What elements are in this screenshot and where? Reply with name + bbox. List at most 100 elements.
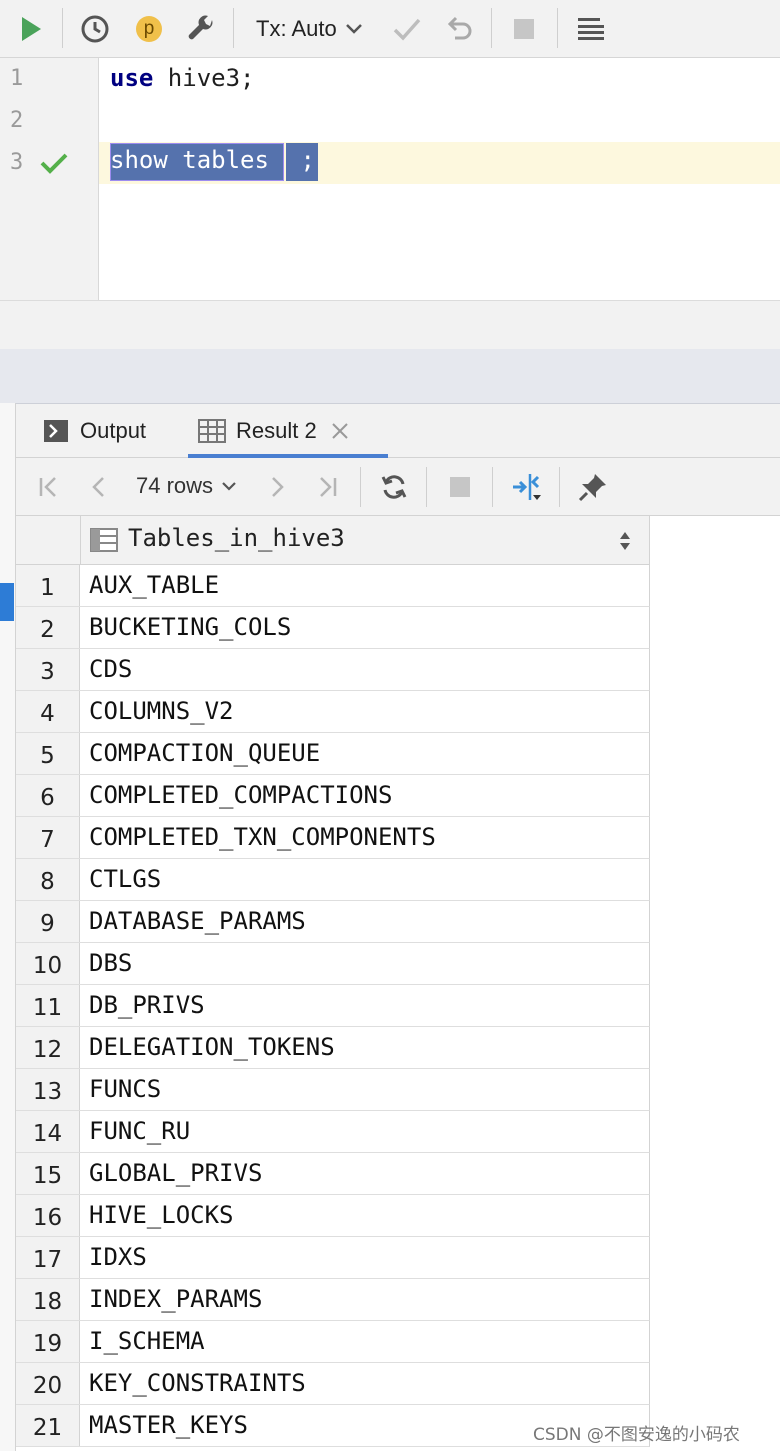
- row-number-header: [16, 516, 81, 564]
- tab-result-label: Result 2: [236, 417, 317, 443]
- row-number: 5: [16, 733, 80, 774]
- table-row[interactable]: 9 DATABASE_PARAMS: [16, 901, 650, 943]
- result-tabs: Output Result 2: [16, 404, 780, 458]
- table-cell[interactable]: COLUMNS_V2: [89, 697, 234, 725]
- table-cell[interactable]: FUNC_RU: [89, 1117, 190, 1145]
- table-cell[interactable]: DB_PRIVS: [89, 991, 205, 1019]
- row-number: 18: [16, 1279, 80, 1320]
- first-page-icon[interactable]: [34, 472, 64, 502]
- table-row[interactable]: 2 BUCKETING_COLS: [16, 607, 650, 649]
- close-icon[interactable]: [331, 422, 349, 440]
- sql-editor[interactable]: 1 2 3 use hive3; show tables ;: [0, 58, 780, 300]
- table-cell[interactable]: INDEX_PARAMS: [89, 1285, 262, 1313]
- table-cell[interactable]: CDS: [89, 655, 132, 683]
- row-number: 11: [16, 985, 80, 1026]
- left-panel-edge: [0, 403, 16, 1451]
- history-icon[interactable]: [78, 12, 112, 46]
- table-row[interactable]: 13 FUNCS: [16, 1069, 650, 1111]
- table-icon: [198, 418, 226, 443]
- row-number: 2: [16, 607, 80, 648]
- row-number: 6: [16, 775, 80, 816]
- row-number: 12: [16, 1027, 80, 1068]
- row-number: 7: [16, 817, 80, 858]
- table-cell[interactable]: MASTER_KEYS: [89, 1411, 248, 1439]
- row-number: 9: [16, 901, 80, 942]
- table-row[interactable]: 20 KEY_CONSTRAINTS: [16, 1363, 650, 1405]
- selected-code-tail: ;: [286, 146, 315, 174]
- table-row[interactable]: 18 INDEX_PARAMS: [16, 1279, 650, 1321]
- table-cell[interactable]: COMPACTION_QUEUE: [89, 739, 320, 767]
- row-number: 4: [16, 691, 80, 732]
- tab-result-2[interactable]: Result 2: [198, 404, 349, 457]
- row-number: 3: [16, 649, 80, 690]
- previous-page-icon[interactable]: [84, 472, 114, 502]
- row-number: 20: [16, 1363, 80, 1404]
- table-cell[interactable]: IDXS: [89, 1243, 147, 1271]
- commit-check-icon[interactable]: [390, 12, 424, 46]
- row-number: 10: [16, 943, 80, 984]
- table-row[interactable]: 14 FUNC_RU: [16, 1111, 650, 1153]
- table-cell[interactable]: CTLGS: [89, 865, 161, 893]
- table-row[interactable]: 12 DELEGATION_TOKENS: [16, 1027, 650, 1069]
- refresh-icon[interactable]: [378, 471, 410, 503]
- table-cell[interactable]: COMPLETED_COMPACTIONS: [89, 781, 392, 809]
- row-number: 21: [16, 1405, 80, 1446]
- table-cell[interactable]: DELEGATION_TOKENS: [89, 1033, 335, 1061]
- transaction-mode-dropdown[interactable]: Tx: Auto: [256, 14, 363, 44]
- stop-icon[interactable]: [445, 472, 475, 502]
- table-row[interactable]: 15 GLOBAL_PRIVS: [16, 1153, 650, 1195]
- last-page-icon[interactable]: [312, 472, 342, 502]
- table-cell[interactable]: FUNCS: [89, 1075, 161, 1103]
- table-cell[interactable]: DBS: [89, 949, 132, 977]
- selected-code: show tables: [110, 146, 269, 174]
- table-row[interactable]: 3 CDS: [16, 649, 650, 691]
- table-row[interactable]: 11 DB_PRIVS: [16, 985, 650, 1027]
- tab-output[interactable]: Output: [44, 404, 146, 457]
- row-count-dropdown[interactable]: 74 rows: [136, 471, 237, 501]
- tab-output-label: Output: [80, 417, 147, 443]
- chevron-down-icon: [222, 482, 236, 491]
- left-panel-marker: [0, 583, 14, 621]
- list-icon[interactable]: [574, 12, 608, 46]
- table-row[interactable]: 17 IDXS: [16, 1237, 650, 1279]
- console-icon: [44, 419, 68, 442]
- table-row[interactable]: 6 COMPLETED_COMPACTIONS: [16, 775, 650, 817]
- panel-splitter[interactable]: [0, 349, 780, 404]
- table-cell[interactable]: AUX_TABLE: [89, 571, 219, 599]
- rollback-icon[interactable]: [442, 12, 476, 46]
- column-icon: [90, 528, 118, 552]
- p-badge-icon[interactable]: p: [132, 12, 166, 46]
- table-cell[interactable]: KEY_CONSTRAINTS: [89, 1369, 306, 1397]
- row-number: 16: [16, 1195, 80, 1236]
- table-row[interactable]: 8 CTLGS: [16, 859, 650, 901]
- table-header: Tables_in_hive3: [16, 516, 650, 565]
- row-number: 1: [16, 565, 80, 606]
- wrench-icon[interactable]: [184, 12, 218, 46]
- table-cell[interactable]: BUCKETING_COLS: [89, 613, 291, 641]
- success-check-icon: [40, 153, 68, 174]
- table-row[interactable]: 4 COLUMNS_V2: [16, 691, 650, 733]
- pin-icon[interactable]: [576, 470, 610, 504]
- table-row[interactable]: 7 COMPLETED_TXN_COMPONENTS: [16, 817, 650, 859]
- table-cell[interactable]: HIVE_LOCKS: [89, 1201, 234, 1229]
- run-icon[interactable]: [14, 12, 48, 46]
- chevron-down-icon: [345, 24, 362, 34]
- table-row[interactable]: 5 COMPACTION_QUEUE: [16, 733, 650, 775]
- table-cell[interactable]: GLOBAL_PRIVS: [89, 1159, 262, 1187]
- table-row[interactable]: 10 DBS: [16, 943, 650, 985]
- table-row[interactable]: 1 AUX_TABLE: [16, 565, 650, 607]
- table-row[interactable]: 16 HIVE_LOCKS: [16, 1195, 650, 1237]
- table-cell[interactable]: COMPLETED_TXN_COMPONENTS: [89, 823, 436, 851]
- compare-icon[interactable]: [510, 470, 544, 504]
- column-header-label[interactable]: Tables_in_hive3: [128, 524, 345, 552]
- result-grid-toolbar: 74 rows: [16, 458, 780, 516]
- stop-icon[interactable]: [507, 12, 541, 46]
- code-line-1: use hive3;: [110, 64, 255, 92]
- table-cell[interactable]: I_SCHEMA: [89, 1327, 205, 1355]
- sort-icon[interactable]: [619, 531, 631, 551]
- table-row[interactable]: 19 I_SCHEMA: [16, 1321, 650, 1363]
- row-number: 19: [16, 1321, 80, 1362]
- next-page-icon[interactable]: [262, 472, 292, 502]
- table-cell[interactable]: DATABASE_PARAMS: [89, 907, 306, 935]
- line-number: 3: [10, 150, 24, 175]
